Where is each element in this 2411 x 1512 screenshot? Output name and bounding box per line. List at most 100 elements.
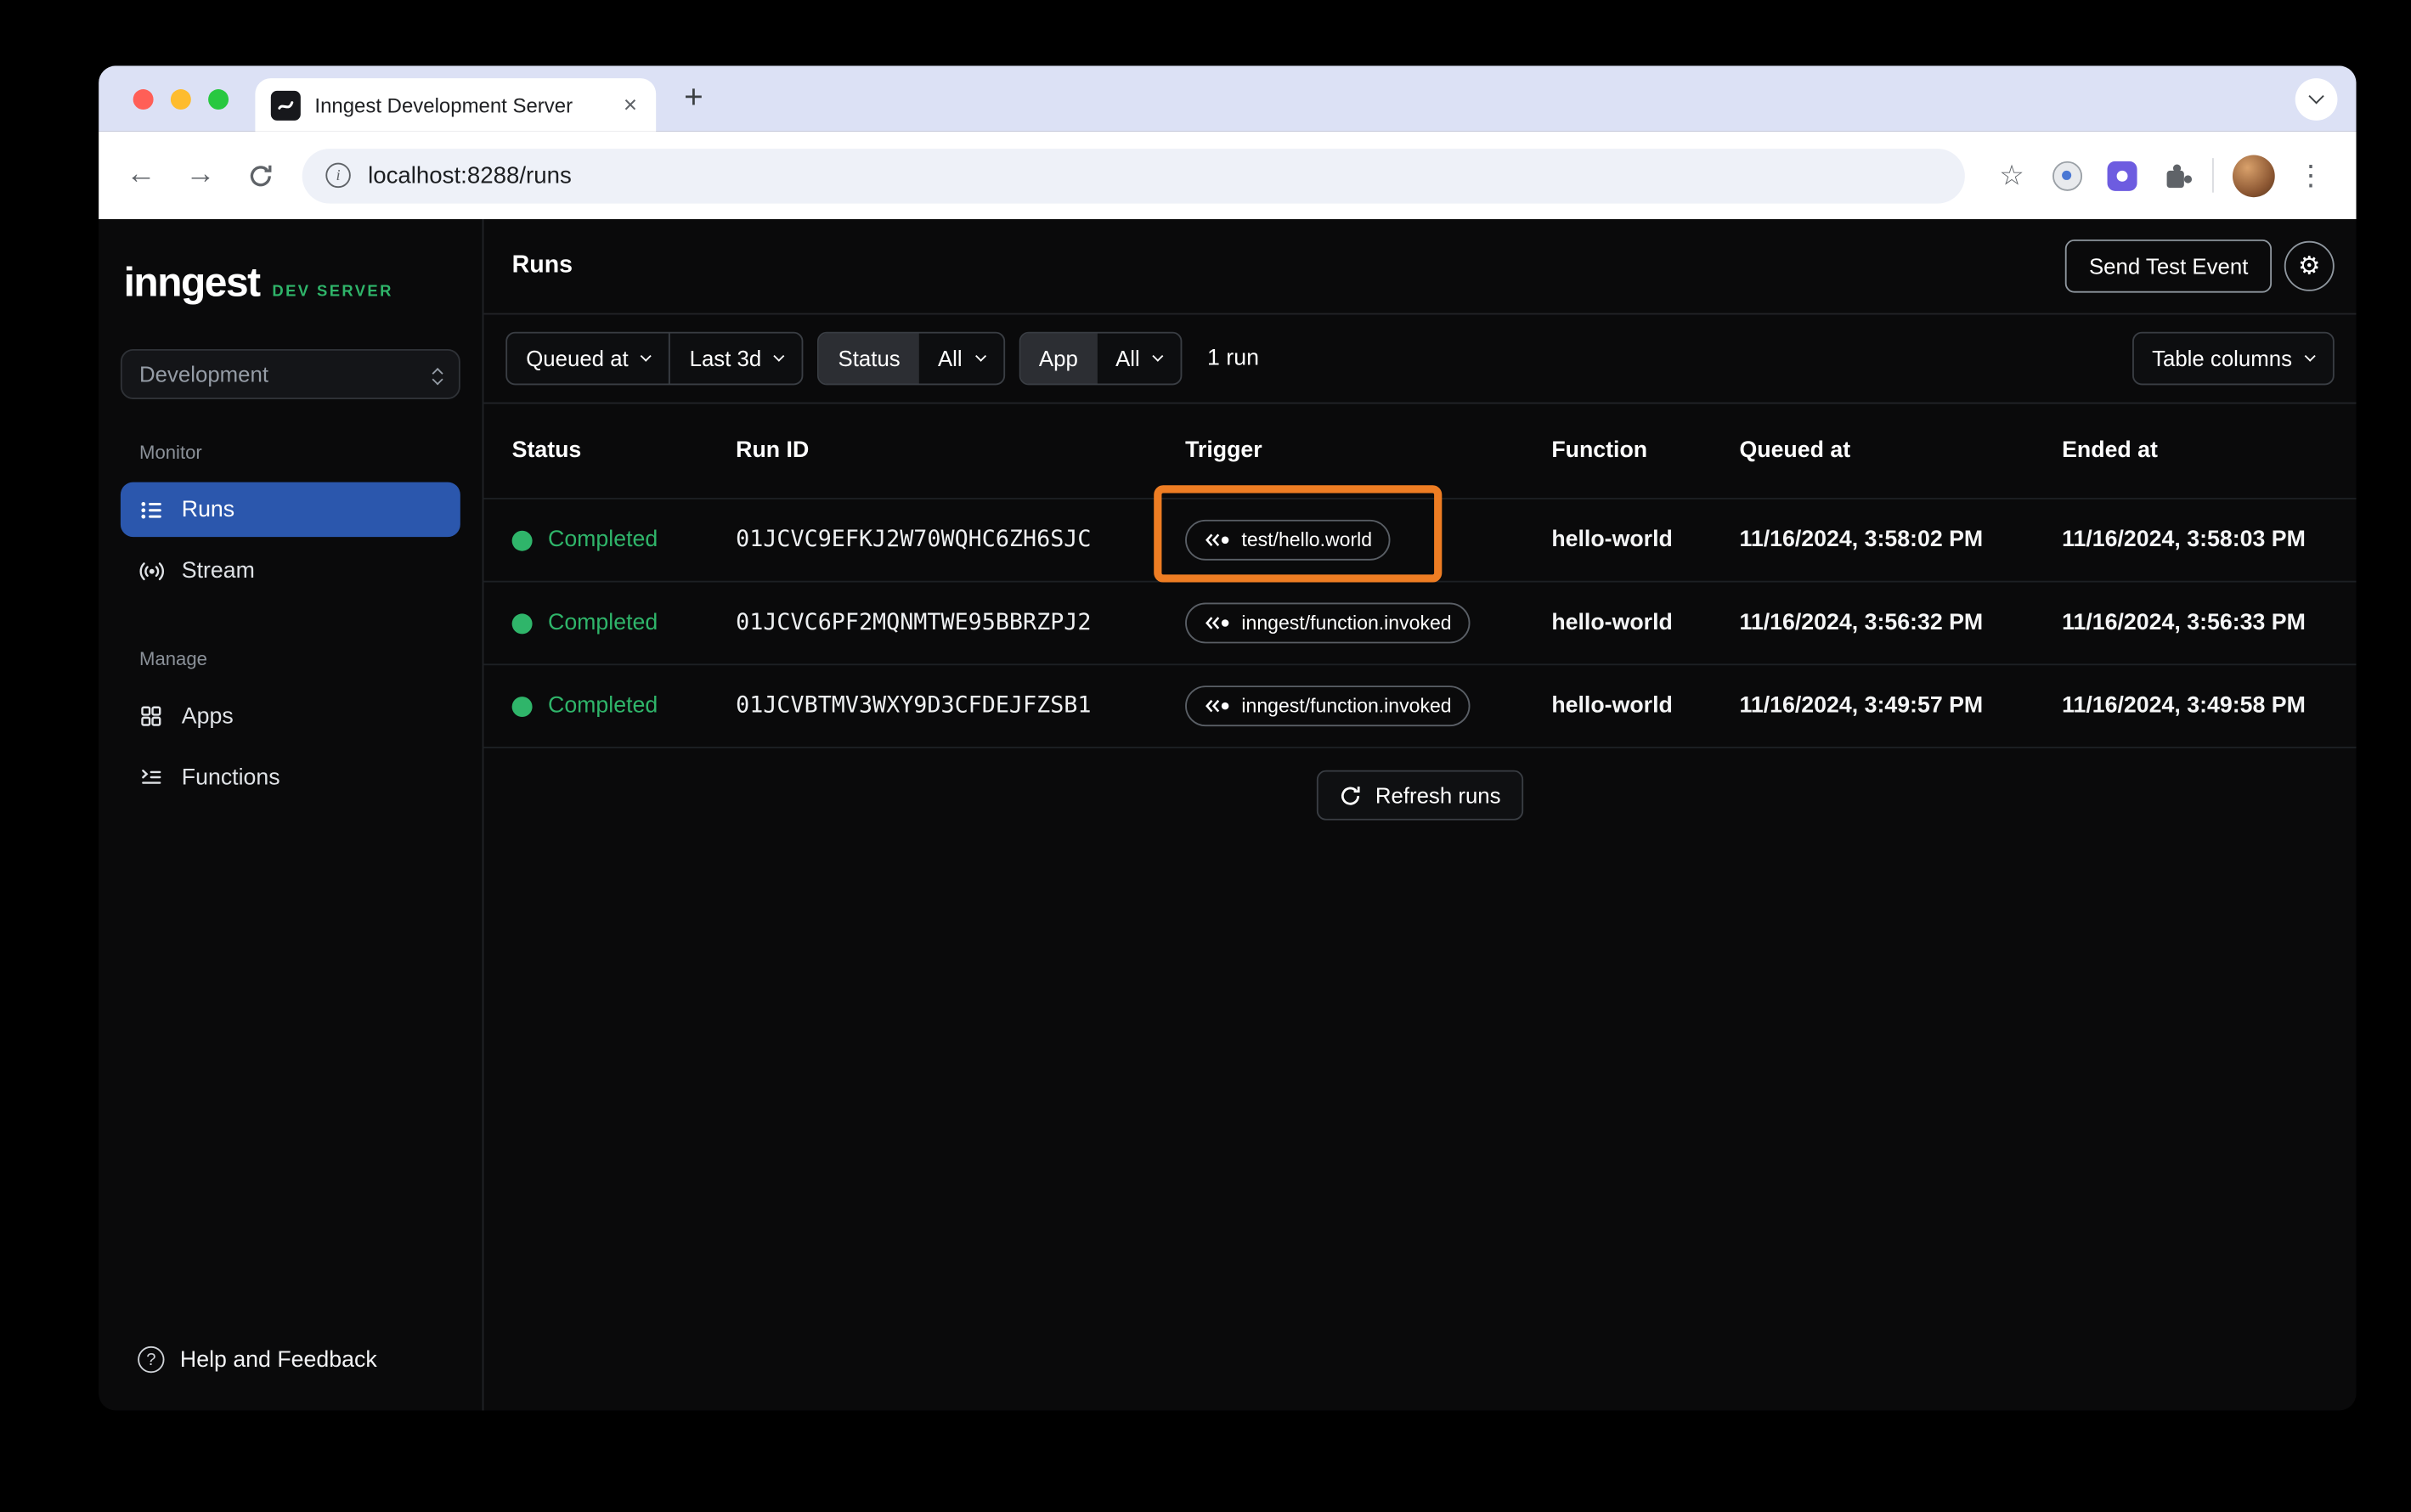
- trigger-pill[interactable]: test/hello.world: [1185, 519, 1392, 561]
- ended-at: 11/16/2024, 3:56:33 PM: [2062, 610, 2306, 636]
- trigger-pill[interactable]: inngest/function.invoked: [1185, 602, 1471, 644]
- zoom-window-button[interactable]: [208, 89, 229, 110]
- environment-selector[interactable]: Development: [120, 348, 460, 399]
- url-text: localhost:8288/runs: [368, 161, 572, 189]
- table-row[interactable]: Completed 01JCVBTMV3WXY9D3CFDEJFZSB1 inn…: [483, 663, 2357, 747]
- inngest-app: inngest DEV SERVER Development Monitor R…: [99, 219, 2357, 1411]
- queued-at: 11/16/2024, 3:56:32 PM: [1739, 610, 1984, 636]
- back-icon[interactable]: ←: [117, 152, 164, 199]
- table-row[interactable]: Completed 01JCVC6PF2MQNMTWE95BBRZPJ2 inn…: [483, 580, 2357, 664]
- refresh-icon: [1341, 786, 1361, 804]
- sidebar: inngest DEV SERVER Development Monitor R…: [99, 219, 484, 1411]
- reload-icon[interactable]: [236, 152, 283, 199]
- time-range-dropdown[interactable]: Last 3d: [670, 334, 802, 384]
- logo-row: inngest DEV SERVER: [124, 262, 458, 302]
- time-field-label: Queued at: [526, 346, 629, 371]
- sidebar-item-label: Stream: [181, 557, 255, 584]
- refresh-runs-button[interactable]: Refresh runs: [1317, 770, 1523, 821]
- forward-icon[interactable]: →: [177, 152, 223, 199]
- tab-list-chevron-icon[interactable]: [2295, 78, 2338, 121]
- event-icon: [1206, 617, 1229, 629]
- minimize-window-button[interactable]: [170, 89, 191, 110]
- trigger-pill[interactable]: inngest/function.invoked: [1185, 685, 1471, 727]
- chevron-down-icon: [1152, 349, 1164, 361]
- queued-at: 11/16/2024, 3:58:02 PM: [1739, 528, 1984, 553]
- column-header-function: Function: [1551, 438, 1648, 464]
- table-columns-label: Table columns: [2152, 346, 2293, 371]
- app-filter-dropdown[interactable]: All: [1097, 334, 1181, 384]
- column-header-status: Status: [511, 438, 582, 464]
- extension-icon[interactable]: [2043, 152, 2090, 199]
- sidebar-item-runs[interactable]: Runs: [120, 482, 460, 538]
- extensions-puzzle-icon[interactable]: [2153, 152, 2199, 199]
- app-filter-group: App All: [1018, 331, 1183, 386]
- status-dot-icon: [511, 529, 533, 550]
- close-window-button[interactable]: [133, 89, 154, 110]
- site-info-icon[interactable]: i: [325, 162, 351, 189]
- window-controls: [133, 89, 229, 110]
- browser-window: Inngest Development Server × + ← → i loc…: [99, 65, 2357, 1411]
- extension-icon[interactable]: [2098, 152, 2144, 199]
- status-filter-value: All: [937, 346, 963, 371]
- browser-tab[interactable]: Inngest Development Server ×: [255, 78, 657, 132]
- main-content: Runs Send Test Event ⚙ Queued at Last 3d…: [483, 219, 2357, 1410]
- table-columns-dropdown[interactable]: Table columns: [2133, 334, 2333, 384]
- status-cell: Completed: [511, 693, 737, 719]
- column-header-ended-at: Ended at: [2062, 438, 2158, 464]
- profile-avatar[interactable]: [2232, 154, 2275, 197]
- run-count: 1 run: [1207, 346, 1259, 371]
- column-header-run-id: Run ID: [736, 438, 810, 464]
- refresh-runs-label: Refresh runs: [1375, 782, 1501, 808]
- address-bar[interactable]: i localhost:8288/runs: [302, 148, 1965, 203]
- status-text: Completed: [548, 610, 658, 636]
- sidebar-item-apps[interactable]: Apps: [121, 689, 460, 744]
- status-dot-icon: [511, 612, 533, 634]
- function-name: hello-world: [1551, 610, 1673, 636]
- bookmark-star-icon[interactable]: ☆: [1988, 152, 2035, 199]
- column-header-trigger: Trigger: [1185, 438, 1262, 464]
- app-filter-value: All: [1115, 346, 1140, 371]
- status-cell: Completed: [511, 528, 737, 553]
- trigger-cell: inngest/function.invoked: [1185, 602, 1551, 644]
- event-icon: [1206, 533, 1229, 547]
- run-id: 01JCVC9EFKJ2W70WQHC6ZH6SJC: [736, 528, 1092, 553]
- status-text: Completed: [548, 693, 658, 719]
- status-dot-icon: [511, 696, 533, 717]
- tab-close-icon[interactable]: ×: [620, 92, 641, 118]
- browser-menu-icon[interactable]: ⋮: [2287, 152, 2334, 199]
- status-text: Completed: [548, 528, 658, 553]
- table-row[interactable]: Completed 01JCVC9EFKJ2W70WQHC6ZH6SJC tes…: [483, 485, 2357, 583]
- queued-at: 11/16/2024, 3:49:57 PM: [1739, 693, 1984, 719]
- tab-strip: Inngest Development Server × +: [99, 65, 2357, 132]
- column-header-queued-at: Queued at: [1739, 438, 1851, 464]
- screen: Inngest Development Server × + ← → i loc…: [0, 0, 2411, 1512]
- help-icon: ?: [138, 1346, 165, 1374]
- section-label-manage: Manage: [139, 647, 207, 670]
- help-and-feedback[interactable]: ? Help and Feedback: [138, 1346, 457, 1374]
- environment-label: Development: [139, 361, 269, 387]
- status-filter-dropdown[interactable]: All: [919, 334, 1003, 384]
- trigger-name: inngest/function.invoked: [1241, 695, 1452, 718]
- sidebar-item-stream[interactable]: Stream: [121, 543, 460, 598]
- help-label: Help and Feedback: [179, 1346, 377, 1373]
- toolbar-divider: [2212, 158, 2214, 193]
- page-header: Runs Send Test Event ⚙: [483, 219, 2357, 315]
- function-name: hello-world: [1551, 693, 1673, 719]
- dev-server-badge: DEV SERVER: [272, 283, 393, 301]
- updown-chevron-icon: [432, 365, 443, 385]
- chevron-down-icon: [2304, 349, 2316, 361]
- status-cell: Completed: [511, 610, 737, 636]
- new-tab-button[interactable]: +: [672, 76, 716, 121]
- time-range-label: Last 3d: [689, 346, 762, 371]
- sidebar-item-functions[interactable]: Functions: [121, 750, 460, 805]
- table-header: Status Run ID Trigger Function Queued at…: [483, 403, 2356, 498]
- sidebar-item-label: Apps: [181, 703, 234, 729]
- sidebar-item-label: Functions: [181, 764, 280, 790]
- function-name: hello-world: [1551, 528, 1673, 553]
- sidebar-item-label: Runs: [181, 497, 235, 522]
- event-icon: [1206, 699, 1229, 713]
- time-field-dropdown[interactable]: Queued at: [507, 334, 669, 384]
- settings-gear-icon[interactable]: ⚙: [2284, 240, 2335, 291]
- send-test-event-button[interactable]: Send Test Event: [2065, 239, 2273, 293]
- functions-icon: [138, 764, 164, 790]
